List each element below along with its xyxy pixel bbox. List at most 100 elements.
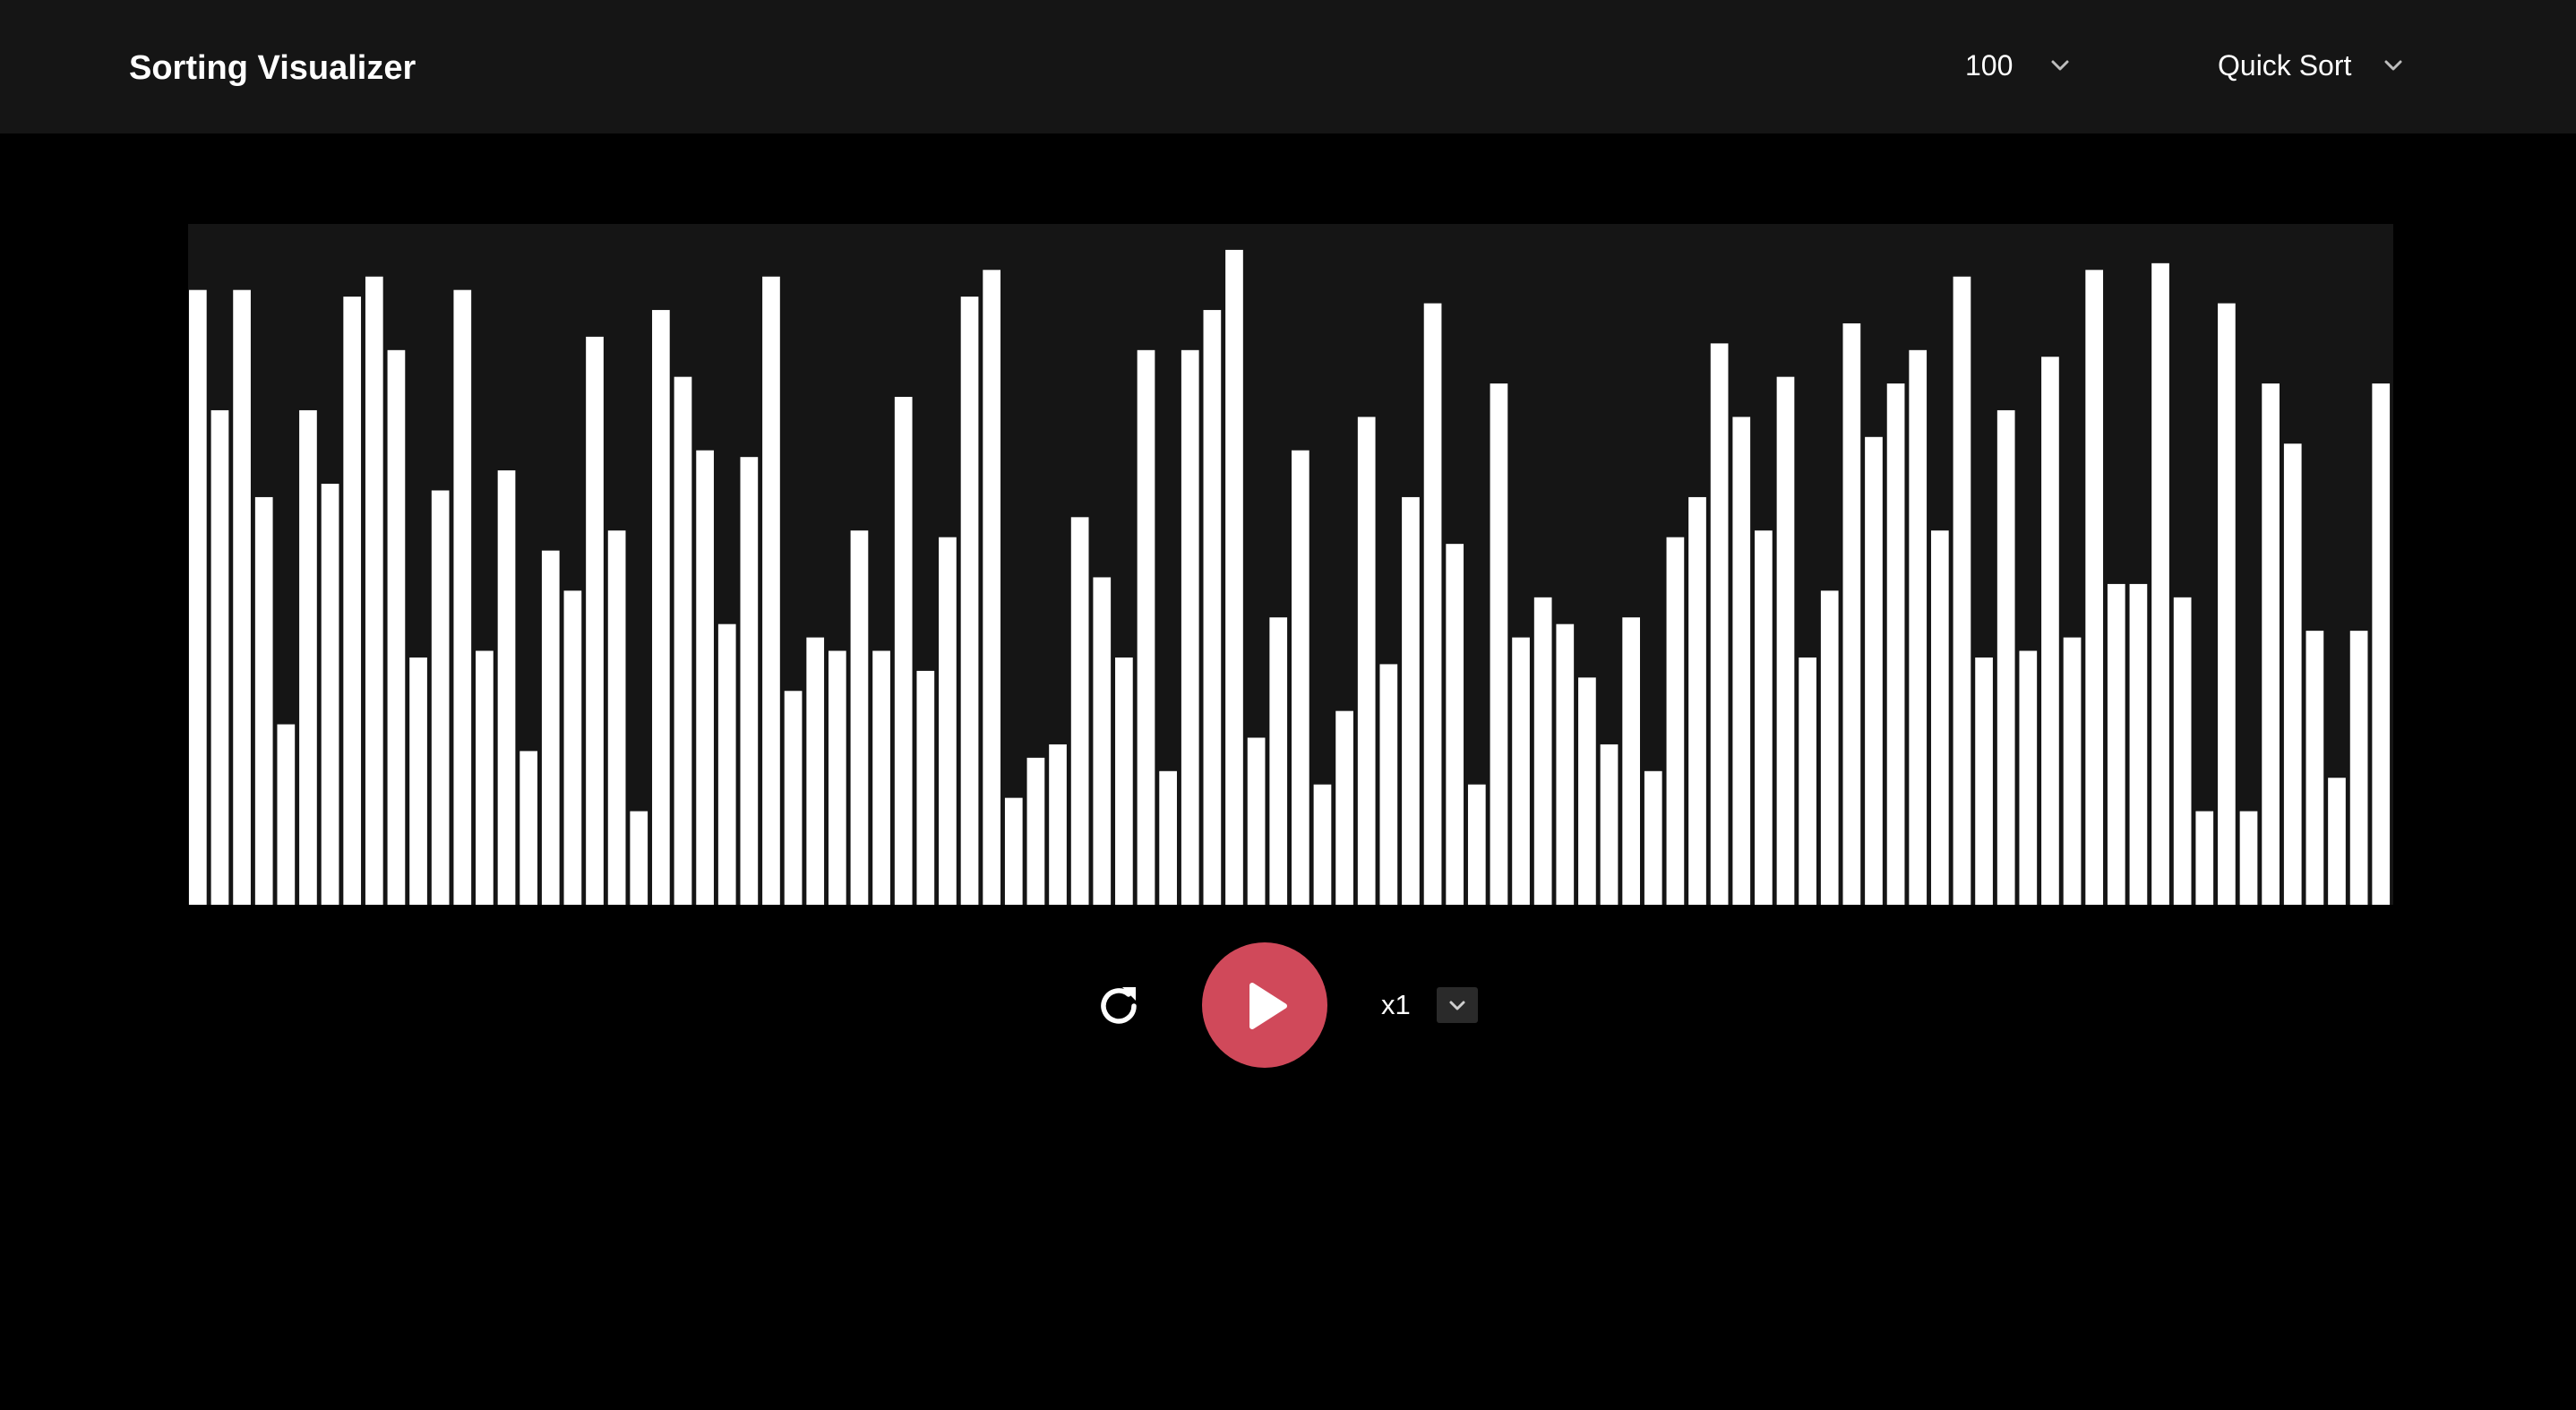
array-bar	[2085, 270, 2104, 905]
array-bar	[1070, 517, 1089, 905]
play-icon	[1249, 983, 1287, 1029]
array-bar	[409, 657, 427, 905]
array-bar	[1578, 677, 1596, 905]
array-bar	[674, 376, 692, 905]
array-bar	[983, 270, 1001, 905]
array-bar	[2173, 597, 2192, 905]
array-bar	[431, 490, 450, 905]
array-bar	[541, 550, 560, 905]
array-bar	[1181, 349, 1199, 905]
array-bar	[828, 650, 846, 905]
array-bar	[210, 409, 229, 905]
array-size-select[interactable]: 100	[1965, 41, 2074, 90]
array-bar	[2195, 811, 2214, 905]
array-bar	[1292, 450, 1309, 905]
array-bar	[1776, 376, 1795, 905]
array-bar	[1644, 770, 1662, 905]
array-bar	[343, 297, 362, 905]
array-bar	[2306, 631, 2324, 905]
app-title: Sorting Visualizer	[129, 49, 416, 87]
array-bar	[1357, 417, 1376, 905]
array-bars-panel	[188, 224, 2393, 905]
array-bar	[2372, 383, 2391, 905]
array-bar	[960, 297, 979, 905]
algorithm-value: Quick Sort	[2218, 49, 2352, 82]
array-bar	[563, 590, 582, 905]
algorithm-select[interactable]: Quick Sort	[2218, 41, 2407, 90]
speed-dropdown-button[interactable]	[1437, 987, 1478, 1023]
array-bar	[652, 310, 670, 905]
array-bar	[277, 724, 296, 905]
array-bar	[254, 496, 273, 905]
array-bar	[1423, 303, 1442, 905]
array-bar	[1622, 617, 1640, 905]
array-bar	[387, 349, 406, 905]
array-bar	[1225, 249, 1243, 905]
array-bar	[299, 409, 317, 905]
array-bar	[740, 457, 759, 905]
array-bar	[916, 670, 935, 905]
array-bar	[1026, 757, 1045, 905]
array-bar	[1865, 436, 1883, 905]
array-size-value: 100	[1965, 49, 2014, 82]
array-bar	[1556, 623, 1575, 905]
array-bar	[2239, 811, 2258, 905]
array-bar	[233, 289, 251, 905]
array-bar	[872, 650, 890, 905]
array-bar	[2107, 583, 2125, 905]
array-bar	[2328, 778, 2346, 905]
array-bar	[453, 289, 472, 905]
array-bar	[1930, 530, 1949, 905]
playback-controls: x1	[0, 941, 2576, 1070]
array-bar	[2349, 631, 2368, 905]
array-bar	[630, 811, 648, 905]
array-bar	[2218, 303, 2236, 905]
array-bar	[1247, 737, 1266, 905]
speed-label: x1	[1381, 989, 1411, 1020]
array-bar	[189, 289, 207, 905]
array-bar	[2019, 650, 2038, 905]
array-bar	[1137, 349, 1155, 905]
array-bar	[1953, 276, 1971, 905]
array-bar	[1512, 637, 1530, 905]
reset-button[interactable]	[1093, 980, 1145, 1032]
array-bar	[2129, 583, 2148, 905]
array-bar	[2283, 443, 2302, 905]
array-bar	[1975, 657, 1993, 905]
chevron-down-icon	[2047, 52, 2074, 79]
array-bar	[1313, 784, 1332, 905]
array-bar	[321, 484, 339, 905]
array-bar	[1820, 590, 1839, 905]
array-bar	[1755, 530, 1773, 905]
array-bar	[784, 691, 803, 905]
array-bar	[476, 650, 494, 905]
array-bar	[1379, 664, 1398, 905]
chevron-down-icon	[2380, 52, 2407, 79]
array-bar	[1115, 657, 1133, 905]
array-bar	[1666, 537, 1685, 905]
array-bar	[519, 751, 537, 905]
array-bar	[2063, 637, 2082, 905]
array-bar	[365, 276, 383, 905]
play-button[interactable]	[1202, 942, 1327, 1068]
array-bar	[1732, 417, 1751, 905]
array-bar	[806, 637, 825, 905]
array-bar	[939, 537, 957, 905]
array-bar	[717, 623, 736, 905]
array-bar	[1049, 744, 1067, 905]
array-bar	[1600, 744, 1619, 905]
array-bar	[2151, 262, 2169, 905]
array-bar	[1402, 496, 1420, 905]
array-bar	[1335, 710, 1353, 905]
array-bar	[607, 530, 626, 905]
array-bar	[1688, 496, 1706, 905]
refresh-icon	[1101, 987, 1137, 1024]
array-bars-chart	[189, 249, 2391, 905]
array-bar	[1159, 770, 1177, 905]
array-bar	[2262, 383, 2280, 905]
array-bar	[1269, 617, 1288, 905]
array-bar	[1446, 544, 1464, 905]
chevron-down-icon	[1449, 1001, 1465, 1010]
array-bar	[1886, 383, 1905, 905]
array-bar	[1467, 784, 1486, 905]
